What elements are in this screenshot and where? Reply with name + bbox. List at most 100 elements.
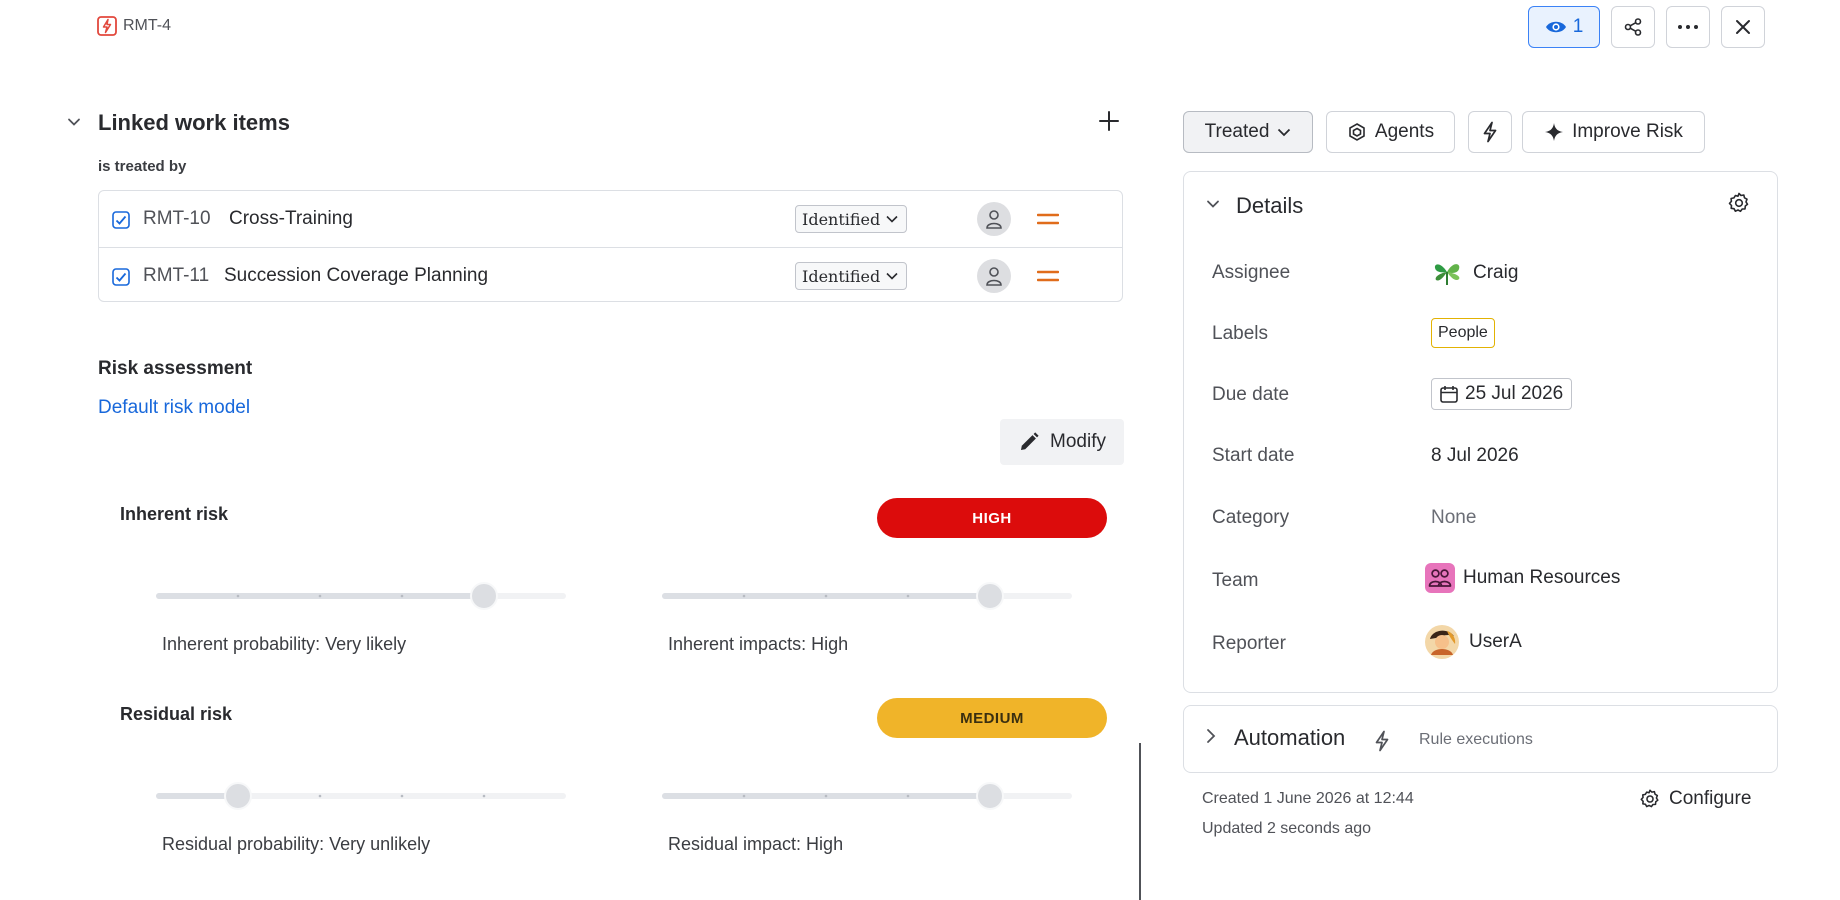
assignee-field[interactable]: Craig xyxy=(1431,258,1518,288)
inherent-risk-label: Inherent risk xyxy=(120,504,229,524)
labels-label: Labels xyxy=(1212,323,1268,344)
slider-tick xyxy=(824,794,828,798)
chevron-right-icon[interactable] xyxy=(1205,728,1217,744)
team-field[interactable]: Human Resources xyxy=(1425,563,1620,593)
residual-probability-slider[interactable] xyxy=(152,781,570,811)
reporter-name: UserA xyxy=(1469,631,1522,652)
status-dropdown[interactable]: Identified xyxy=(795,262,908,290)
slider-tick xyxy=(906,794,910,798)
slider-tick xyxy=(236,594,240,598)
slider-thumb[interactable] xyxy=(976,782,1004,810)
slider-tick xyxy=(400,794,404,798)
inherent-impact-caption: Inherent impacts: High xyxy=(668,634,849,654)
details-card xyxy=(1183,171,1778,693)
label-chip[interactable]: People xyxy=(1431,318,1495,348)
more-actions-button[interactable] xyxy=(1666,6,1710,48)
modify-label: Modify xyxy=(1050,431,1106,452)
issue-key-breadcrumb[interactable]: RMT-4 xyxy=(97,16,171,36)
inherent-probability-caption: Inherent probability: Very likely xyxy=(162,634,407,654)
reporter-label: Reporter xyxy=(1212,633,1286,654)
team-icon xyxy=(1425,563,1455,593)
slider-tick xyxy=(318,794,322,798)
automation-title: Automation xyxy=(1234,725,1346,750)
linked-items-title: Linked work items xyxy=(98,110,290,135)
assignee-name: Craig xyxy=(1473,262,1519,283)
configure-button[interactable]: Configure xyxy=(1639,788,1751,810)
watch-count: 1 xyxy=(1572,16,1584,37)
inherent-probability-slider[interactable] xyxy=(152,581,570,611)
linked-items-table: RMT-10 Cross-Training Identified RMT-11 … xyxy=(98,190,1123,302)
ellipsis-icon xyxy=(1677,24,1699,30)
linked-item-key[interactable]: RMT-10 xyxy=(143,208,211,230)
linked-item-summary[interactable]: Succession Coverage Planning xyxy=(224,265,488,287)
slider-thumb[interactable] xyxy=(224,782,252,810)
slider-tick xyxy=(742,594,746,598)
details-title: Details xyxy=(1236,193,1304,218)
slider-tick xyxy=(482,794,486,798)
category-label: Category xyxy=(1212,507,1290,528)
status-transition-button[interactable]: Treated xyxy=(1183,111,1313,153)
linked-item-row[interactable]: RMT-10 Cross-Training Identified xyxy=(99,191,1122,247)
modify-button[interactable]: Modify xyxy=(1000,419,1124,465)
checkbox-icon xyxy=(112,268,130,286)
start-date-label: Start date xyxy=(1212,445,1295,466)
risk-assessment-title: Risk assessment xyxy=(98,358,253,379)
user-placeholder-icon[interactable] xyxy=(977,202,1011,236)
watch-button[interactable]: 1 xyxy=(1528,6,1600,48)
reporter-field[interactable]: UserA xyxy=(1425,625,1522,659)
category-value[interactable]: None xyxy=(1431,507,1476,529)
inherent-impact-slider[interactable] xyxy=(658,581,1076,611)
status-dropdown[interactable]: Identified xyxy=(795,205,908,233)
checkbox-icon xyxy=(112,211,130,229)
assignee-label: Assignee xyxy=(1212,262,1291,283)
gear-icon xyxy=(1639,788,1661,810)
chevron-down-icon[interactable] xyxy=(1205,196,1221,212)
linked-item-key[interactable]: RMT-11 xyxy=(143,265,209,287)
share-icon xyxy=(1623,17,1643,37)
slider-tick xyxy=(906,594,910,598)
automation-shortcut-button[interactable] xyxy=(1468,111,1512,153)
rule-executions-link[interactable]: Rule executions xyxy=(1419,731,1533,749)
slider-tick xyxy=(824,594,828,598)
configure-label: Configure xyxy=(1669,788,1752,809)
due-date-field[interactable]: 25 Jul 2026 xyxy=(1431,378,1573,410)
share-button[interactable] xyxy=(1611,6,1655,48)
calendar-icon xyxy=(1439,384,1459,404)
panel-resize-handle[interactable] xyxy=(1139,743,1141,900)
priority-medium-icon xyxy=(1037,212,1059,226)
team-name: Human Resources xyxy=(1463,567,1621,588)
slider-thumb[interactable] xyxy=(976,582,1004,610)
pencil-icon xyxy=(1018,431,1040,453)
slider-thumb[interactable] xyxy=(470,582,498,610)
residual-risk-label: Residual risk xyxy=(120,704,233,724)
plus-icon[interactable] xyxy=(1098,110,1120,132)
priority-medium-icon xyxy=(1037,269,1059,283)
risk-model-link[interactable]: Default risk model xyxy=(98,397,250,419)
chevron-down-icon[interactable] xyxy=(66,114,82,130)
residual-impact-slider[interactable] xyxy=(658,781,1076,811)
team-label: Team xyxy=(1212,570,1259,591)
close-button[interactable] xyxy=(1721,6,1765,48)
linked-item-row[interactable]: RMT-11 Succession Coverage Planning Iden… xyxy=(99,247,1122,301)
slider-tick xyxy=(400,594,404,598)
status-label: Identified xyxy=(802,266,881,286)
gear-icon[interactable] xyxy=(1727,191,1751,215)
improve-risk-label: Improve Risk xyxy=(1572,121,1683,142)
status-label: Identified xyxy=(802,209,881,229)
eye-icon xyxy=(1545,19,1567,35)
start-date-value[interactable]: 8 Jul 2026 xyxy=(1431,445,1519,467)
slider-tick xyxy=(318,594,322,598)
agents-label: Agents xyxy=(1374,121,1435,142)
user-placeholder-icon[interactable] xyxy=(977,259,1011,293)
agents-button[interactable]: Agents xyxy=(1326,111,1455,153)
created-timestamp: Created 1 June 2026 at 12:44 xyxy=(1202,790,1414,807)
relation-label: is treated by xyxy=(98,158,187,175)
linked-item-summary[interactable]: Cross-Training xyxy=(229,208,353,230)
sparkle-icon xyxy=(1544,122,1564,142)
updated-timestamp: Updated 2 seconds ago xyxy=(1202,820,1372,837)
chevron-down-icon xyxy=(1278,128,1291,136)
avatar xyxy=(1425,625,1459,659)
improve-risk-button[interactable]: Improve Risk xyxy=(1522,111,1705,153)
due-date-label: Due date xyxy=(1212,384,1290,405)
residual-impact-caption: Residual impact: High xyxy=(668,834,844,854)
